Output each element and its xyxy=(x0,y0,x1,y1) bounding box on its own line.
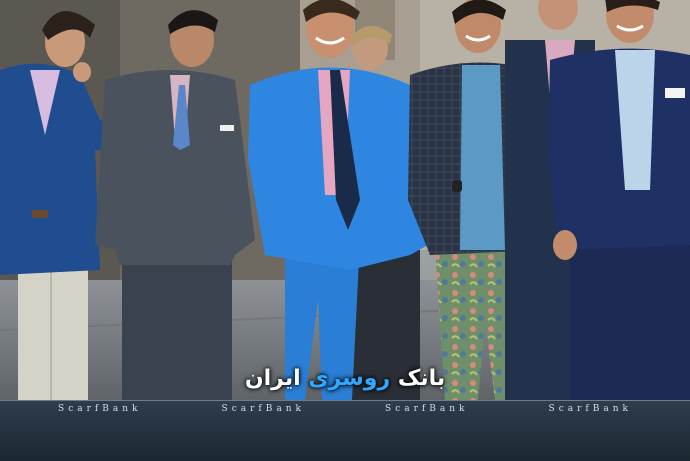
street-fashion-photo: بانک روسری ایران xyxy=(0,0,690,400)
footer-ticker: ScarfBank ScarfBank ScarfBank ScarfBank xyxy=(0,401,690,417)
ticker-item: ScarfBank xyxy=(385,404,469,414)
photo-illustration xyxy=(0,0,690,400)
ticker-item: ScarfBank xyxy=(58,404,142,414)
footer-banner: ScarfBank ScarfBank ScarfBank ScarfBank xyxy=(0,400,690,461)
watermark-logo-text: بانک روسری ایران xyxy=(0,366,690,391)
watermark-text-accent: روسری xyxy=(308,366,391,391)
watermark-text-end: ایران xyxy=(244,366,309,391)
watermark-text-main: بانک xyxy=(390,366,446,391)
ticker-item: ScarfBank xyxy=(548,404,632,414)
ticker-item: ScarfBank xyxy=(221,404,305,414)
